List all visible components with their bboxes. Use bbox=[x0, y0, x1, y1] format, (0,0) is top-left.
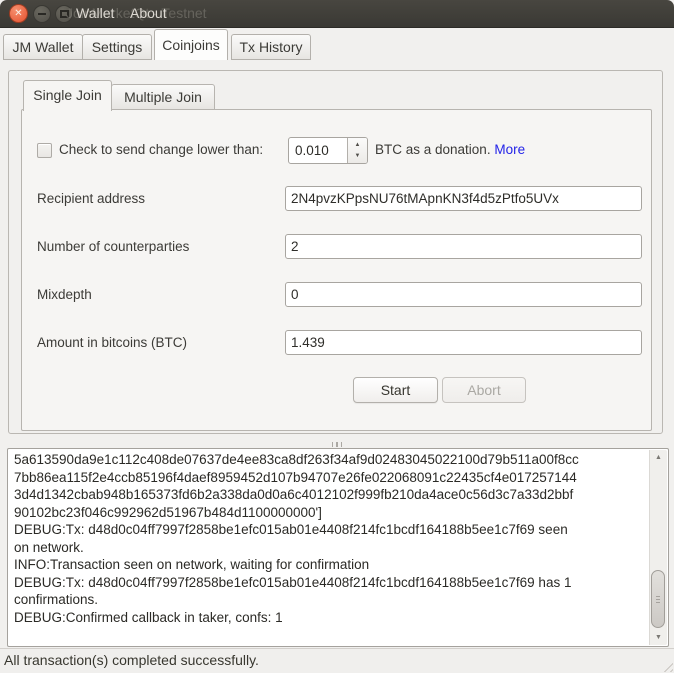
donation-checkbox[interactable] bbox=[37, 143, 52, 158]
splitter-handle[interactable] bbox=[325, 441, 349, 447]
counterparties-label: Number of counterparties bbox=[37, 238, 189, 256]
tab-coinjoins[interactable]: Coinjoins bbox=[154, 29, 228, 60]
log-line: 3d4d1342cbab948b165373fd6b2a338da0d0a6c4… bbox=[14, 486, 646, 504]
mixdepth-input[interactable] bbox=[285, 282, 642, 307]
abort-button[interactable]: Abort bbox=[442, 377, 526, 403]
tab-settings[interactable]: Settings bbox=[82, 34, 152, 60]
recipient-address-label: Recipient address bbox=[37, 190, 145, 208]
close-button[interactable]: ✕ bbox=[9, 4, 28, 23]
log-scrollbar[interactable]: ▲ ▼ bbox=[649, 450, 667, 645]
donation-suffix-text: BTC as a donation. bbox=[375, 142, 494, 157]
status-bar: All transaction(s) completed successfull… bbox=[0, 648, 674, 673]
resize-grip[interactable] bbox=[660, 659, 673, 672]
scroll-up-icon[interactable]: ▲ bbox=[650, 450, 667, 465]
log-line: 5a613590da9e1c112c408de07637de4ee83ca8df… bbox=[14, 451, 646, 469]
minimize-icon bbox=[38, 13, 46, 15]
menu-about[interactable]: About bbox=[130, 0, 167, 27]
status-text: All transaction(s) completed successfull… bbox=[4, 652, 259, 668]
spinner-up-icon[interactable]: ▲ bbox=[348, 138, 367, 150]
log-line: confirmations. bbox=[14, 591, 646, 609]
log-textarea[interactable]: 5a613590da9e1c112c408de07637de4ee83ca8df… bbox=[7, 448, 669, 647]
recipient-address-input[interactable] bbox=[285, 186, 642, 211]
tab-tx-history[interactable]: Tx History bbox=[231, 34, 311, 60]
tab-jm-wallet[interactable]: JM Wallet bbox=[3, 34, 83, 60]
coinjoins-groupbox: Single Join Multiple Join Check to send … bbox=[8, 70, 663, 434]
single-join-pane: Check to send change lower than: ▲ ▼ BTC… bbox=[21, 109, 652, 431]
menu-wallet[interactable]: Wallet bbox=[76, 0, 114, 27]
mixdepth-label: Mixdepth bbox=[37, 286, 92, 304]
splitter-grip-icon bbox=[332, 442, 334, 447]
donation-suffix-label: BTC as a donation. More bbox=[375, 141, 525, 159]
tab-multiple-join[interactable]: Multiple Join bbox=[111, 84, 215, 110]
log-line: on network. bbox=[14, 539, 646, 557]
counterparties-input[interactable] bbox=[285, 234, 642, 259]
amount-btc-input[interactable] bbox=[285, 330, 642, 355]
log-text: 5a613590da9e1c112c408de07637de4ee83ca8df… bbox=[14, 451, 646, 626]
donation-checkbox-label: Check to send change lower than: bbox=[59, 141, 263, 159]
scrollbar-grip-icon bbox=[656, 599, 660, 600]
amount-btc-label: Amount in bitcoins (BTC) bbox=[37, 334, 187, 352]
log-line: INFO:Transaction seen on network, waitin… bbox=[14, 556, 646, 574]
log-line: DEBUG:Confirmed callback in taker, confs… bbox=[14, 609, 646, 627]
tab-single-join[interactable]: Single Join bbox=[23, 80, 112, 111]
spinner-buttons: ▲ ▼ bbox=[347, 138, 367, 163]
log-line: 7bb86ea115f2e4ccb85196f4daef8959452d107b… bbox=[14, 469, 646, 487]
log-line: DEBUG:Tx: d48d0c04ff7997f2858be1efc015ab… bbox=[14, 521, 646, 539]
donation-amount-input[interactable] bbox=[289, 138, 349, 163]
log-line: DEBUG:Tx: d48d0c04ff7997f2858be1efc015ab… bbox=[14, 574, 646, 592]
app-window: ✕ JoinMarketQt - Testnet Wallet About JM… bbox=[0, 0, 674, 673]
log-line: 90102bc23f046c992962d51967b484d110000000… bbox=[14, 504, 646, 522]
minimize-button[interactable] bbox=[33, 5, 51, 23]
donation-more-link[interactable]: More bbox=[494, 142, 525, 157]
spinner-down-icon[interactable]: ▼ bbox=[348, 151, 367, 163]
close-icon: ✕ bbox=[14, 8, 22, 19]
start-button[interactable]: Start bbox=[353, 377, 438, 403]
donation-amount-spinbox[interactable]: ▲ ▼ bbox=[288, 137, 368, 164]
scroll-down-icon[interactable]: ▼ bbox=[650, 630, 667, 645]
titlebar[interactable]: ✕ JoinMarketQt - Testnet Wallet About bbox=[0, 0, 674, 28]
scrollbar-thumb[interactable] bbox=[651, 570, 665, 628]
